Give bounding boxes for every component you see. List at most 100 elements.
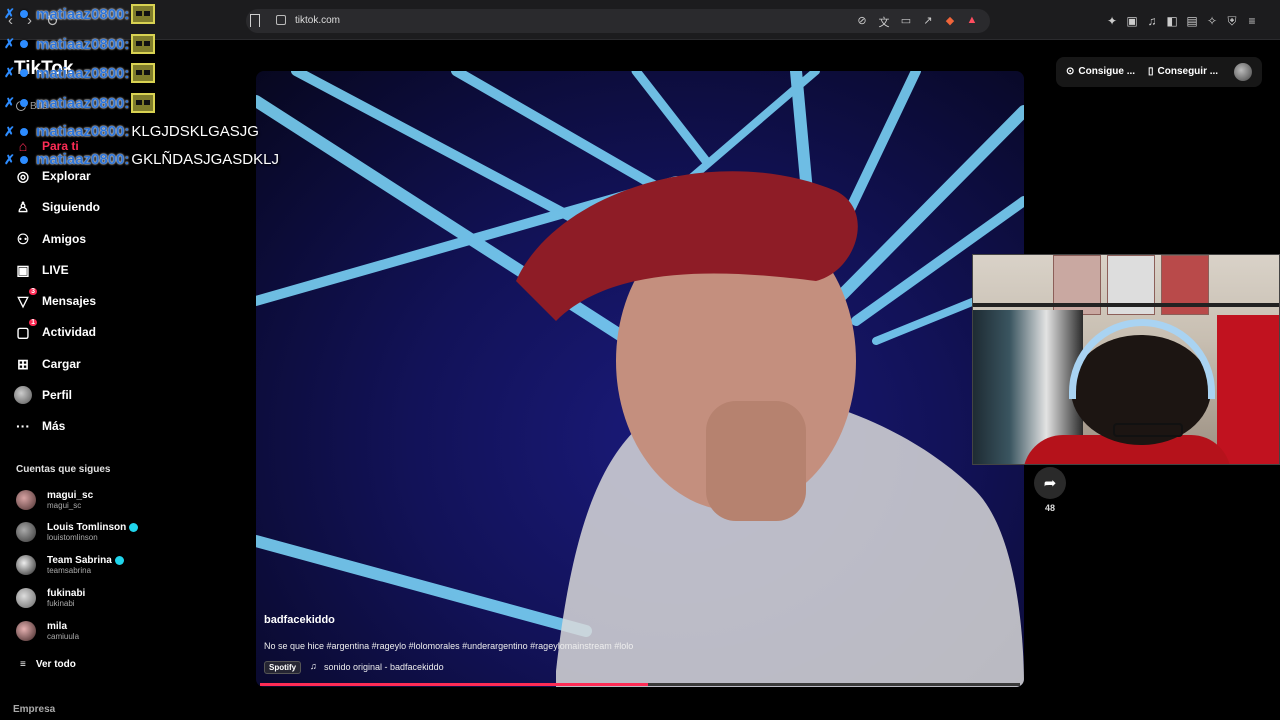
nav-profile[interactable]: Perfil xyxy=(14,386,72,404)
mod-badge-icon: ✗ xyxy=(4,36,15,51)
chat-username: matiaaz0800: xyxy=(36,123,130,140)
avatar xyxy=(16,522,36,542)
avatar xyxy=(16,490,36,510)
chat-message: ✗ matiaaz0800: xyxy=(4,63,156,83)
emote-icon xyxy=(131,93,156,113)
chat-message: ✗ matiaaz0800: KLGJDSKLGASJG xyxy=(4,123,259,140)
user-badge-icon xyxy=(20,155,28,164)
emote-icon xyxy=(131,34,156,54)
music-icon[interactable]: ♫ xyxy=(1146,14,1158,29)
account-name: fukinabi xyxy=(47,588,86,599)
chat-text: GKLÑDASJGASDKLJ xyxy=(131,151,279,168)
url-text[interactable]: tiktok.com xyxy=(295,15,340,26)
cast-icon[interactable]: ▭ xyxy=(900,14,912,30)
nav-live[interactable]: ▣ LIVE xyxy=(14,261,69,279)
activity-icon: ▢ 1 xyxy=(16,319,37,340)
site-info-icon[interactable] xyxy=(276,15,286,25)
account-handle: louistomlinson xyxy=(47,533,98,542)
spotify-tag[interactable]: Spotify xyxy=(264,661,302,674)
share-page-icon[interactable]: ↗ xyxy=(922,14,934,30)
vpn-icon[interactable]: ⛨ xyxy=(1226,14,1238,29)
activity-badge: 1 xyxy=(29,319,37,326)
nav-label: Actividad xyxy=(42,325,97,339)
account-name-text: Team Sabrina xyxy=(47,555,112,566)
brave-rewards-icon[interactable]: ▲ xyxy=(966,14,978,30)
nav-activity[interactable]: ▢ 1 Actividad xyxy=(14,319,97,341)
wallet-icon[interactable]: ▤ xyxy=(1186,14,1198,29)
share-count: 48 xyxy=(1045,503,1056,513)
nav-label: Perfil xyxy=(42,388,73,402)
browser-toolbar: ‹ › ↻ tiktok.com ⊘ 文 ▭ ↗ ◆ ▲ ✦ ▣ ♫ ◧ ▤ ✧… xyxy=(0,0,1280,40)
nav-friends[interactable]: ⚇ Amigos xyxy=(14,230,86,248)
nav-label: LIVE xyxy=(42,263,69,277)
user-badge-icon xyxy=(20,127,28,136)
mod-badge-icon: ✗ xyxy=(4,65,15,80)
phone-icon: ▯ xyxy=(1148,66,1154,77)
bookmark-icon[interactable] xyxy=(250,14,260,27)
user-badge-icon xyxy=(20,10,28,18)
share-button[interactable]: ➦ xyxy=(1034,467,1066,499)
user-badge-icon xyxy=(20,69,28,77)
screenshot-icon[interactable]: ▣ xyxy=(1126,14,1138,29)
video-description: No se que hice #argentina #rageylo #lolo… xyxy=(264,641,634,651)
music-info[interactable]: sonido original - badfacekiddo xyxy=(324,662,444,672)
nav-label: Mensajes xyxy=(42,294,97,308)
nav-following[interactable]: ♙ Siguiendo xyxy=(14,198,100,216)
chat-message: ✗ matiaaz0800: xyxy=(4,34,156,54)
company-link[interactable]: Empresa xyxy=(13,704,55,715)
account-item[interactable]: Team Sabrina teamsabrina xyxy=(16,555,124,575)
brave-shield-icon[interactable]: ◆ xyxy=(944,14,956,30)
account-name: Team Sabrina xyxy=(47,555,124,566)
see-all-label: Ver todo xyxy=(35,659,76,670)
upload-icon: ⊞ xyxy=(17,355,29,372)
clothes-rack xyxy=(973,303,1279,307)
glasses xyxy=(1113,423,1183,437)
account-item[interactable]: magui_sc magui_sc xyxy=(16,490,93,510)
leo-icon[interactable]: ✧ xyxy=(1206,14,1218,29)
menu-icon[interactable]: ≡ xyxy=(1246,14,1258,29)
mod-badge-icon: ✗ xyxy=(4,6,15,21)
account-item[interactable]: Louis Tomlinson louistomlinson xyxy=(16,522,139,542)
address-bar-actions: ⊘ 文 ▭ ↗ ◆ ▲ xyxy=(856,14,978,30)
account-item[interactable]: mila camiuula xyxy=(16,621,79,641)
nav-label: Más xyxy=(42,419,66,433)
video-progress-bar[interactable] xyxy=(260,683,1020,686)
sidebar-toggle-icon[interactable]: ◧ xyxy=(1166,14,1178,29)
nav-label: Siguiendo xyxy=(42,200,100,214)
red-jacket xyxy=(1217,315,1279,464)
video-author[interactable]: badfacekiddo xyxy=(264,614,335,626)
nav-label: Amigos xyxy=(42,232,87,246)
account-item[interactable]: fukinabi fukinabi xyxy=(16,588,85,608)
chat-text: KLGJDSKLGASJG xyxy=(131,123,259,140)
avatar xyxy=(16,555,36,575)
get-coins-button[interactable]: ⊙ Consigue ... xyxy=(1066,66,1135,77)
messages-badge: 3 xyxy=(29,288,37,295)
chat-username: matiaaz0800: xyxy=(36,5,130,23)
translate-icon[interactable]: 文 xyxy=(878,14,890,30)
video-player[interactable]: badfacekiddo No se que hice #argentina #… xyxy=(256,71,1024,687)
nav-messages[interactable]: ▽ 3 Mensajes xyxy=(14,288,97,310)
verified-icon xyxy=(114,555,124,565)
nav-upload[interactable]: ⊞ Cargar xyxy=(14,355,81,373)
chat-username: matiaaz0800: xyxy=(36,64,130,82)
no-tracking-icon[interactable]: ⊘ xyxy=(856,14,868,30)
nav-explore[interactable]: ◎ Explorar xyxy=(14,167,91,185)
extensions-bar: ✦ ▣ ♫ ◧ ▤ ✧ ⛨ ≡ xyxy=(1106,14,1258,29)
user-badge-icon xyxy=(20,99,28,107)
extensions-icon[interactable]: ✦ xyxy=(1106,14,1118,29)
get-coins-label: Consigue ... xyxy=(1078,66,1136,77)
nav-more[interactable]: ··· Más xyxy=(14,417,65,435)
account-name: magui_sc xyxy=(47,490,94,501)
emote-icon xyxy=(131,63,156,83)
get-app-button[interactable]: ▯ Conseguir ... xyxy=(1148,66,1218,77)
chat-username: matiaaz0800: xyxy=(36,35,130,53)
profile-avatar[interactable] xyxy=(1234,63,1252,81)
mod-badge-icon: ✗ xyxy=(4,151,15,167)
share-icon: ➦ xyxy=(1043,475,1057,492)
nav-label: Cargar xyxy=(42,357,81,371)
profile-avatar xyxy=(14,386,32,404)
mod-badge-icon: ✗ xyxy=(4,95,15,110)
video-frame xyxy=(256,71,1024,687)
see-all-link[interactable]: ≡ Ver todo xyxy=(20,659,76,670)
nav-label: Explorar xyxy=(42,169,91,183)
